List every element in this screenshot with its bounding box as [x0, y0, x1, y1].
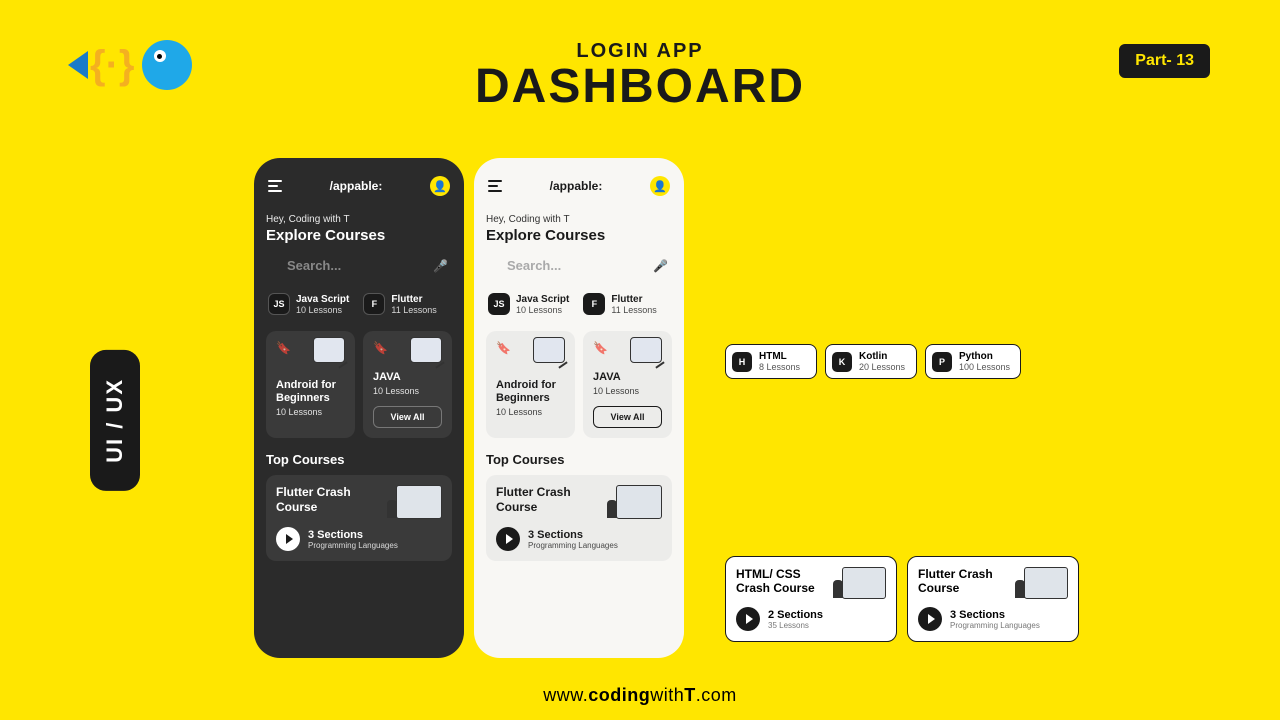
- overflow-chips: H HTML8 Lessons K Kotlin20 Lessons P Pyt…: [725, 344, 1021, 379]
- play-icon[interactable]: [496, 527, 520, 551]
- flutter-logo-icon: {·}: [90, 43, 134, 88]
- card-illustration-icon: [313, 337, 345, 363]
- chip-javascript[interactable]: JS Java Script10 Lessons: [486, 289, 571, 319]
- view-all-button[interactable]: View All: [593, 406, 662, 428]
- bookmark-icon: 🔖: [276, 341, 291, 363]
- mic-icon[interactable]: 🎤: [653, 259, 668, 273]
- search-placeholder: Search...: [287, 258, 427, 273]
- mic-icon[interactable]: 🎤: [433, 259, 448, 273]
- course-card-java[interactable]: 🔖 JAVA 10 Lessons View All: [363, 331, 452, 438]
- part-badge: Part- 13: [1119, 44, 1210, 78]
- course-illustration-icon: [616, 485, 662, 519]
- greeting-text: Hey, Coding with T: [266, 214, 452, 225]
- course-card-java[interactable]: 🔖 JAVA 10 Lessons View All: [583, 331, 672, 438]
- avatar[interactable]: 👤: [430, 176, 450, 196]
- chip-javascript[interactable]: JS Java Script10 Lessons: [266, 289, 351, 319]
- chip-kotlin[interactable]: K Kotlin20 Lessons: [825, 344, 917, 379]
- greeting-text: Hey, Coding with T: [486, 214, 672, 225]
- phone-dark: /appable: 👤 Hey, Coding with T Explore C…: [254, 158, 464, 658]
- card-illustration-icon: [533, 337, 565, 363]
- play-icon[interactable]: [276, 527, 300, 551]
- phone-light: /appable: 👤 Hey, Coding with T Explore C…: [474, 158, 684, 658]
- uiux-badge: UI / UX: [90, 350, 140, 491]
- course-card-htmlcss[interactable]: HTML/ CSS Crash Course 2 Sections35 Less…: [725, 556, 897, 642]
- menu-icon[interactable]: [488, 180, 502, 192]
- explore-heading: Explore Courses: [266, 227, 452, 244]
- footer-url: www.codingwithT.com: [0, 685, 1280, 706]
- chip-flutter[interactable]: F Flutter11 Lessons: [581, 289, 658, 319]
- search-placeholder: Search...: [507, 258, 647, 273]
- bird-logo-icon: [142, 40, 192, 90]
- brand-logos: {·}: [90, 40, 192, 90]
- play-icon[interactable]: [736, 607, 760, 631]
- search-field[interactable]: Search... 🎤: [266, 256, 452, 275]
- course-illustration-icon: [842, 567, 886, 599]
- avatar[interactable]: 👤: [650, 176, 670, 196]
- course-card-android[interactable]: 🔖 Android for Beginners 10 Lessons: [486, 331, 575, 438]
- bookmark-icon: 🔖: [373, 341, 388, 363]
- chip-flutter[interactable]: F Flutter11 Lessons: [361, 289, 438, 319]
- top-courses-heading: Top Courses: [486, 452, 672, 467]
- top-course-card[interactable]: Flutter Crash Course 3 SectionsProgrammi…: [266, 475, 452, 561]
- app-brand: /appable:: [330, 179, 383, 193]
- bookmark-icon: 🔖: [593, 341, 608, 363]
- course-illustration-icon: [1024, 567, 1068, 599]
- card-illustration-icon: [630, 337, 662, 363]
- explore-heading: Explore Courses: [486, 227, 672, 244]
- course-card-flutter[interactable]: Flutter Crash Course 3 SectionsProgrammi…: [907, 556, 1079, 642]
- view-all-button[interactable]: View All: [373, 406, 442, 428]
- top-course-card[interactable]: Flutter Crash Course 3 SectionsProgrammi…: [486, 475, 672, 561]
- menu-icon[interactable]: [268, 180, 282, 192]
- bookmark-icon: 🔖: [496, 341, 511, 363]
- card-illustration-icon: [410, 337, 442, 363]
- play-icon[interactable]: [918, 607, 942, 631]
- app-brand: /appable:: [550, 179, 603, 193]
- top-courses-heading: Top Courses: [266, 452, 452, 467]
- chip-python[interactable]: P Python100 Lessons: [925, 344, 1021, 379]
- course-illustration-icon: [396, 485, 442, 519]
- overflow-courses: HTML/ CSS Crash Course 2 Sections35 Less…: [725, 556, 1079, 642]
- course-card-android[interactable]: 🔖 Android for Beginners 10 Lessons: [266, 331, 355, 438]
- chip-html[interactable]: H HTML8 Lessons: [725, 344, 817, 379]
- search-field[interactable]: Search... 🎤: [486, 256, 672, 275]
